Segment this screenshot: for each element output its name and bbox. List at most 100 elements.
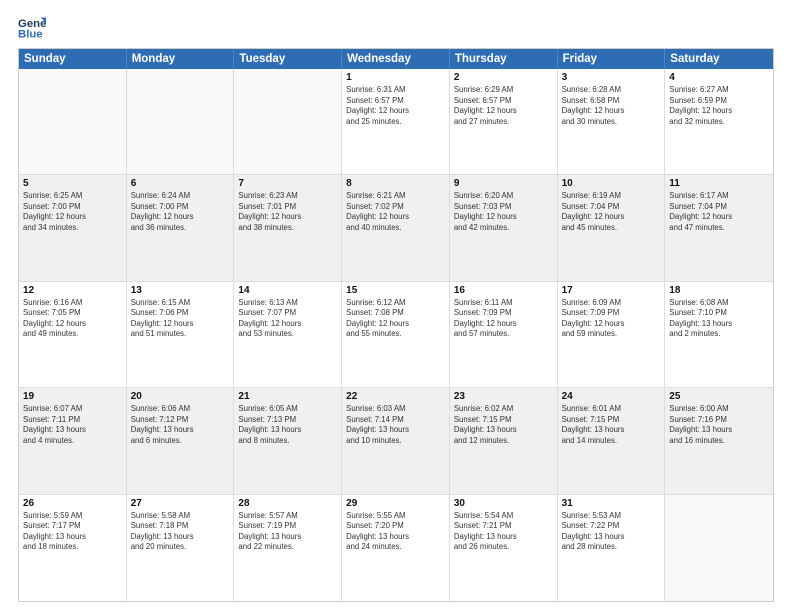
day-info: Sunrise: 6:29 AMSunset: 6:57 PMDaylight:…: [454, 85, 553, 127]
calendar-row-5: 26 Sunrise: 5:59 AMSunset: 7:17 PMDayligh…: [19, 495, 773, 601]
calendar-cell-w2d5: 9 Sunrise: 6:20 AMSunset: 7:03 PMDaylight…: [450, 175, 558, 280]
calendar-cell-w1d7: 4 Sunrise: 6:27 AMSunset: 6:59 PMDaylight…: [665, 69, 773, 174]
day-info: Sunrise: 6:16 AMSunset: 7:05 PMDaylight:…: [23, 298, 122, 340]
day-number: 4: [669, 72, 769, 83]
day-number: 30: [454, 498, 553, 509]
calendar-row-1: 1Sunrise: 6:31 AMSunset: 6:57 PMDaylight…: [19, 69, 773, 175]
day-info: Sunrise: 6:00 AMSunset: 7:16 PMDaylight:…: [669, 404, 769, 446]
day-number: 11: [669, 178, 769, 189]
day-info: Sunrise: 5:59 AMSunset: 7:17 PMDaylight:…: [23, 511, 122, 553]
day-info: Sunrise: 6:13 AMSunset: 7:07 PMDaylight:…: [238, 298, 337, 340]
calendar-cell-w4d7: 25 Sunrise: 6:00 AMSunset: 7:16 PMDayligh…: [665, 388, 773, 493]
day-info: Sunrise: 6:02 AMSunset: 7:15 PMDaylight:…: [454, 404, 553, 446]
calendar-cell-w4d1: 19 Sunrise: 6:07 AMSunset: 7:11 PMDayligh…: [19, 388, 127, 493]
weekday-header-monday: Monday: [127, 49, 235, 69]
calendar-cell-w4d2: 20Sunrise: 6:06 AMSunset: 7:12 PMDayligh…: [127, 388, 235, 493]
calendar-cell-w5d1: 26 Sunrise: 5:59 AMSunset: 7:17 PMDayligh…: [19, 495, 127, 601]
day-info: Sunrise: 6:31 AMSunset: 6:57 PMDaylight:…: [346, 85, 445, 127]
weekday-header-wednesday: Wednesday: [342, 49, 450, 69]
day-number: 26: [23, 498, 122, 509]
calendar-cell-w2d3: 7 Sunrise: 6:23 AMSunset: 7:01 PMDaylight…: [234, 175, 342, 280]
calendar-cell-w2d6: 10 Sunrise: 6:19 AMSunset: 7:04 PMDayligh…: [558, 175, 666, 280]
day-number: 14: [238, 285, 337, 296]
calendar-cell-w2d2: 6 Sunrise: 6:24 AMSunset: 7:00 PMDaylight…: [127, 175, 235, 280]
calendar-cell-w1d4: 1Sunrise: 6:31 AMSunset: 6:57 PMDaylight…: [342, 69, 450, 174]
logo-icon: General Blue: [18, 14, 46, 42]
day-number: 9: [454, 178, 553, 189]
calendar-cell-w2d1: 5 Sunrise: 6:25 AMSunset: 7:00 PMDaylight…: [19, 175, 127, 280]
calendar-cell-w1d5: 2 Sunrise: 6:29 AMSunset: 6:57 PMDaylight…: [450, 69, 558, 174]
calendar-header: SundayMondayTuesdayWednesdayThursdayFrid…: [19, 49, 773, 69]
day-info: Sunrise: 6:07 AMSunset: 7:11 PMDaylight:…: [23, 404, 122, 446]
day-number: 10: [562, 178, 661, 189]
day-number: 2: [454, 72, 553, 83]
calendar-cell-w1d2: [127, 69, 235, 174]
calendar-cell-w3d3: 14 Sunrise: 6:13 AMSunset: 7:07 PMDayligh…: [234, 282, 342, 387]
calendar-cell-w5d4: 29Sunrise: 5:55 AMSunset: 7:20 PMDayligh…: [342, 495, 450, 601]
day-number: 13: [131, 285, 230, 296]
calendar-cell-w5d6: 31Sunrise: 5:53 AMSunset: 7:22 PMDayligh…: [558, 495, 666, 601]
calendar: SundayMondayTuesdayWednesdayThursdayFrid…: [18, 48, 774, 602]
calendar-cell-w3d6: 17 Sunrise: 6:09 AMSunset: 7:09 PMDayligh…: [558, 282, 666, 387]
day-info: Sunrise: 6:15 AMSunset: 7:06 PMDaylight:…: [131, 298, 230, 340]
calendar-cell-w5d2: 27 Sunrise: 5:58 AMSunset: 7:18 PMDayligh…: [127, 495, 235, 601]
calendar-cell-w4d3: 21Sunrise: 6:05 AMSunset: 7:13 PMDayligh…: [234, 388, 342, 493]
day-info: Sunrise: 6:08 AMSunset: 7:10 PMDaylight:…: [669, 298, 769, 340]
calendar-cell-w4d6: 24 Sunrise: 6:01 AMSunset: 7:15 PMDayligh…: [558, 388, 666, 493]
calendar-cell-w5d3: 28Sunrise: 5:57 AMSunset: 7:19 PMDayligh…: [234, 495, 342, 601]
day-number: 24: [562, 391, 661, 402]
day-info: Sunrise: 5:58 AMSunset: 7:18 PMDaylight:…: [131, 511, 230, 553]
weekday-header-sunday: Sunday: [19, 49, 127, 69]
day-number: 5: [23, 178, 122, 189]
day-info: Sunrise: 6:01 AMSunset: 7:15 PMDaylight:…: [562, 404, 661, 446]
day-number: 7: [238, 178, 337, 189]
calendar-cell-w5d7: [665, 495, 773, 601]
weekday-header-tuesday: Tuesday: [234, 49, 342, 69]
day-number: 22: [346, 391, 445, 402]
weekday-header-thursday: Thursday: [450, 49, 558, 69]
day-info: Sunrise: 6:06 AMSunset: 7:12 PMDaylight:…: [131, 404, 230, 446]
day-number: 21: [238, 391, 337, 402]
day-info: Sunrise: 6:19 AMSunset: 7:04 PMDaylight:…: [562, 191, 661, 233]
day-number: 18: [669, 285, 769, 296]
weekday-header-friday: Friday: [558, 49, 666, 69]
day-number: 19: [23, 391, 122, 402]
calendar-cell-w1d6: 3 Sunrise: 6:28 AMSunset: 6:58 PMDaylight…: [558, 69, 666, 174]
day-info: Sunrise: 6:24 AMSunset: 7:00 PMDaylight:…: [131, 191, 230, 233]
calendar-cell-w3d1: 12 Sunrise: 6:16 AMSunset: 7:05 PMDayligh…: [19, 282, 127, 387]
day-info: Sunrise: 6:25 AMSunset: 7:00 PMDaylight:…: [23, 191, 122, 233]
calendar-cell-w3d7: 18 Sunrise: 6:08 AMSunset: 7:10 PMDayligh…: [665, 282, 773, 387]
day-number: 3: [562, 72, 661, 83]
day-number: 27: [131, 498, 230, 509]
day-info: Sunrise: 6:23 AMSunset: 7:01 PMDaylight:…: [238, 191, 337, 233]
day-number: 23: [454, 391, 553, 402]
calendar-cell-w2d4: 8Sunrise: 6:21 AMSunset: 7:02 PMDaylight…: [342, 175, 450, 280]
logo: General Blue: [18, 14, 46, 42]
calendar-body: 1Sunrise: 6:31 AMSunset: 6:57 PMDaylight…: [19, 69, 773, 601]
day-number: 17: [562, 285, 661, 296]
day-number: 12: [23, 285, 122, 296]
day-info: Sunrise: 5:53 AMSunset: 7:22 PMDaylight:…: [562, 511, 661, 553]
day-info: Sunrise: 6:11 AMSunset: 7:09 PMDaylight:…: [454, 298, 553, 340]
day-number: 25: [669, 391, 769, 402]
day-number: 8: [346, 178, 445, 189]
calendar-cell-w3d4: 15Sunrise: 6:12 AMSunset: 7:08 PMDayligh…: [342, 282, 450, 387]
calendar-cell-w1d3: [234, 69, 342, 174]
weekday-header-saturday: Saturday: [665, 49, 773, 69]
day-info: Sunrise: 6:28 AMSunset: 6:58 PMDaylight:…: [562, 85, 661, 127]
calendar-cell-w3d5: 16Sunrise: 6:11 AMSunset: 7:09 PMDayligh…: [450, 282, 558, 387]
day-info: Sunrise: 6:09 AMSunset: 7:09 PMDaylight:…: [562, 298, 661, 340]
day-info: Sunrise: 6:12 AMSunset: 7:08 PMDaylight:…: [346, 298, 445, 340]
calendar-cell-w4d5: 23 Sunrise: 6:02 AMSunset: 7:15 PMDayligh…: [450, 388, 558, 493]
day-info: Sunrise: 6:20 AMSunset: 7:03 PMDaylight:…: [454, 191, 553, 233]
day-info: Sunrise: 6:03 AMSunset: 7:14 PMDaylight:…: [346, 404, 445, 446]
calendar-row-4: 19 Sunrise: 6:07 AMSunset: 7:11 PMDayligh…: [19, 388, 773, 494]
day-number: 6: [131, 178, 230, 189]
calendar-cell-w5d5: 30 Sunrise: 5:54 AMSunset: 7:21 PMDayligh…: [450, 495, 558, 601]
calendar-cell-w2d7: 11Sunrise: 6:17 AMSunset: 7:04 PMDayligh…: [665, 175, 773, 280]
calendar-cell-w1d1: [19, 69, 127, 174]
day-number: 29: [346, 498, 445, 509]
calendar-cell-w4d4: 22 Sunrise: 6:03 AMSunset: 7:14 PMDayligh…: [342, 388, 450, 493]
day-info: Sunrise: 6:27 AMSunset: 6:59 PMDaylight:…: [669, 85, 769, 127]
day-info: Sunrise: 5:54 AMSunset: 7:21 PMDaylight:…: [454, 511, 553, 553]
